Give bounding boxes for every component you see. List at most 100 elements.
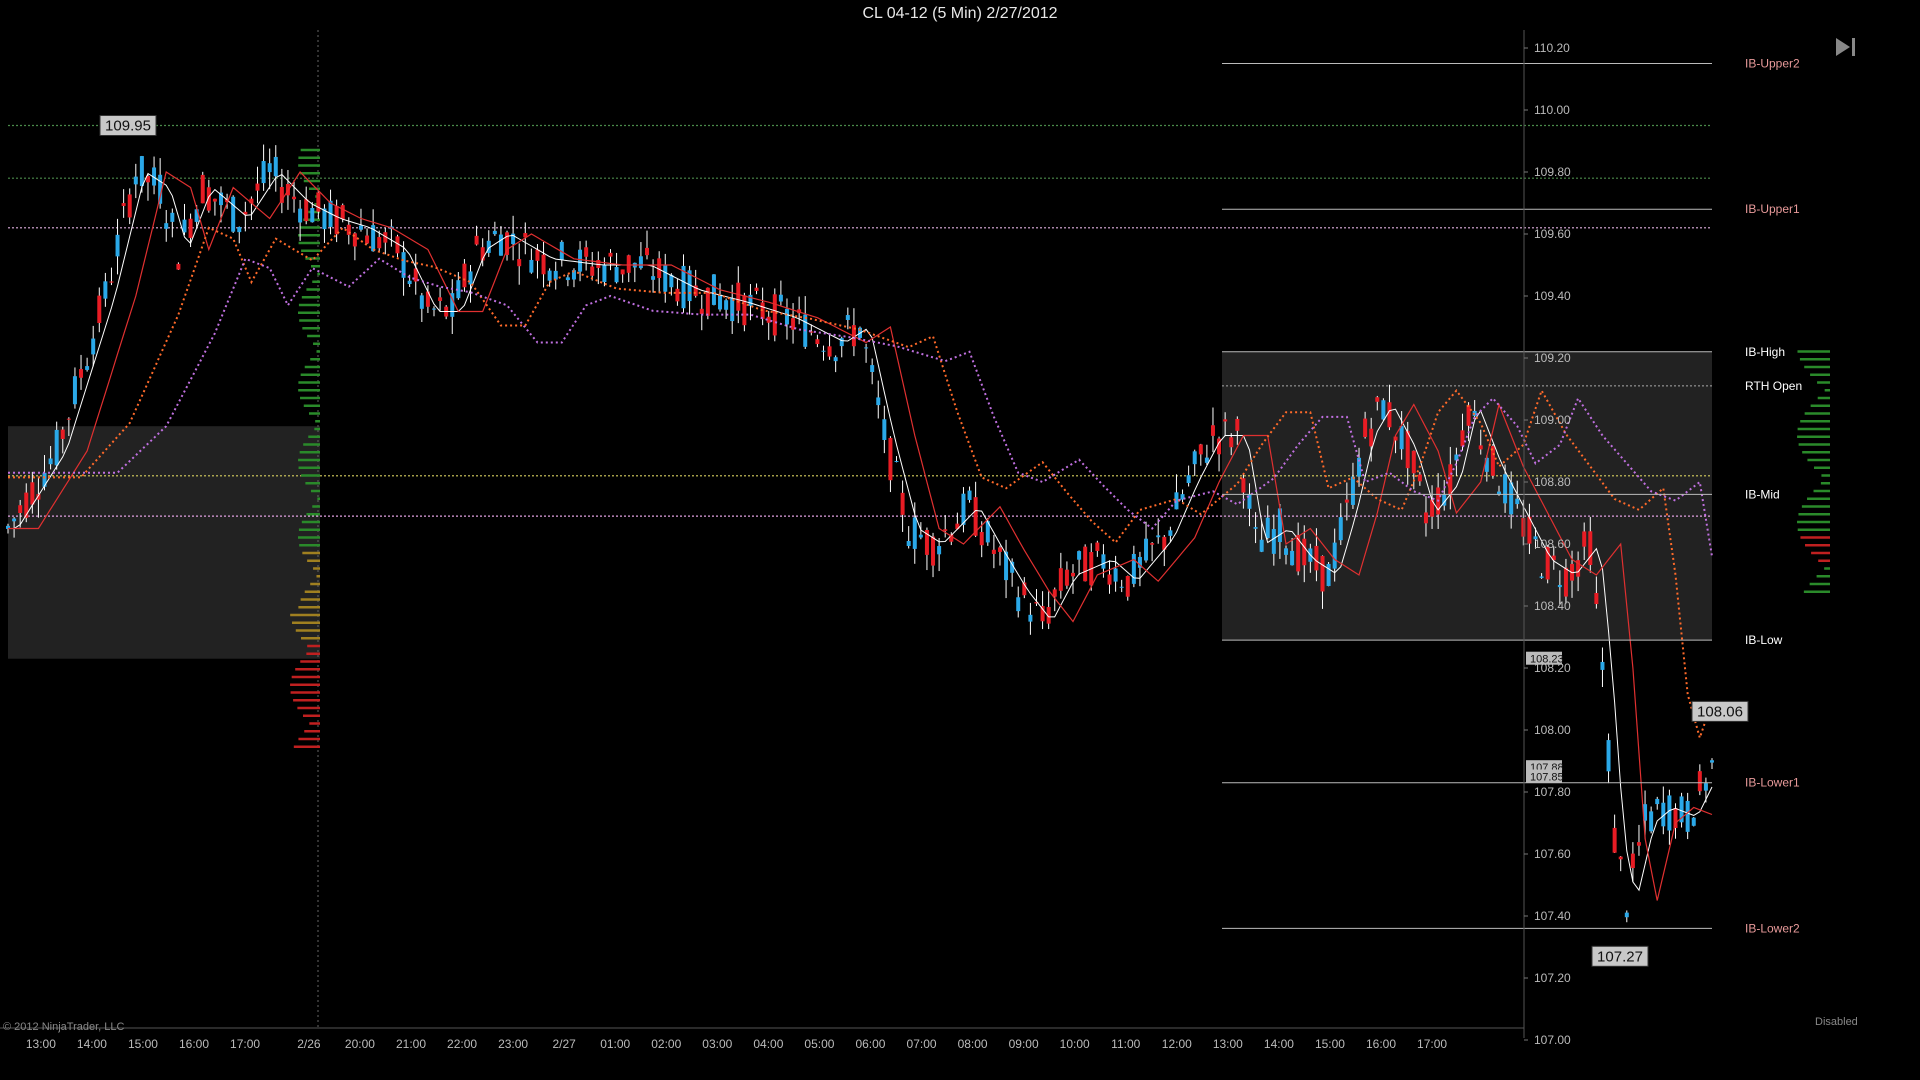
- candle-down: [255, 183, 260, 191]
- candle-up: [407, 280, 412, 285]
- candle-up: [42, 472, 47, 487]
- profile-bar: [313, 342, 320, 345]
- candle-up: [1326, 563, 1331, 586]
- time-tick-label: 2/26: [297, 1037, 321, 1051]
- candle-down: [1369, 428, 1374, 447]
- candle-up: [961, 493, 966, 525]
- profile-bar: [307, 644, 320, 648]
- profile-bar: [308, 435, 320, 438]
- time-tick-label: 14:00: [1264, 1037, 1294, 1051]
- ib-level-label: IB-Lower2: [1745, 921, 1800, 935]
- candle-up: [139, 156, 144, 186]
- profile-bar: [309, 722, 320, 725]
- time-tick-label: 04:00: [753, 1037, 783, 1051]
- candle-up: [1253, 527, 1258, 529]
- candle-down: [304, 199, 309, 222]
- candle-down: [30, 482, 35, 505]
- candle-down: [1223, 419, 1228, 422]
- profile-bar: [301, 296, 320, 299]
- time-tick-label: 06:00: [855, 1037, 885, 1051]
- candle-up: [663, 264, 668, 292]
- profile-bar: [298, 606, 320, 609]
- candle-down: [1150, 543, 1155, 545]
- profile-bar: [298, 466, 320, 469]
- candle-down: [742, 295, 747, 326]
- candle-up: [133, 176, 138, 185]
- candle-down: [1198, 444, 1203, 455]
- profile-bar: [298, 311, 320, 314]
- price-tick-label: 107.80: [1534, 785, 1571, 799]
- candle-down: [334, 206, 339, 235]
- candle-up: [273, 156, 278, 177]
- profile-bar: [298, 381, 320, 384]
- candle-up: [1691, 817, 1696, 826]
- profile-bar: [307, 559, 320, 562]
- candle-down: [1107, 574, 1112, 585]
- candle-up: [1290, 550, 1295, 566]
- time-tick-label: 2/27: [552, 1037, 576, 1051]
- profile-bar: [1807, 497, 1830, 500]
- profile-bar: [1807, 458, 1830, 462]
- candle-up: [529, 259, 534, 273]
- candle-up: [1077, 551, 1082, 560]
- profile-bar: [298, 303, 320, 307]
- candle-down: [1411, 450, 1416, 474]
- jump-to-end-icon[interactable]: [1834, 35, 1858, 59]
- candle-up: [864, 347, 869, 349]
- candle-up: [870, 365, 875, 372]
- candle-up: [1119, 586, 1124, 588]
- candle-up: [1168, 530, 1173, 536]
- candle-up: [967, 490, 972, 500]
- candle-down: [1344, 499, 1349, 503]
- candle-up: [358, 225, 363, 230]
- candle-up: [182, 219, 187, 233]
- time-tick-label: 21:00: [396, 1037, 426, 1051]
- time-tick-label: 02:00: [651, 1037, 681, 1051]
- candle-down: [1210, 425, 1215, 436]
- candle-up: [85, 366, 90, 370]
- candle-down: [541, 254, 546, 275]
- candle-up: [1509, 482, 1514, 515]
- candle-down: [900, 492, 905, 515]
- candle-down: [109, 281, 114, 283]
- candle-up: [1265, 517, 1270, 538]
- price-chart[interactable]: IB-Upper2 IB-Upper1 IB-High RTH Open IB-Mid I…: [0, 0, 1920, 1080]
- candle-up: [821, 350, 826, 352]
- candle-up: [906, 540, 911, 547]
- price-tick-label: 109.20: [1534, 351, 1571, 365]
- candle-up: [48, 458, 53, 465]
- time-axis[interactable]: 13:00 14:00 15:00 16:00 17:00 2/26 20:00 21:00 2…: [26, 1037, 1448, 1051]
- candle-down: [121, 203, 126, 206]
- profile-bar: [1797, 520, 1830, 524]
- ib-level-label: IB-High: [1745, 345, 1785, 359]
- profile-bar: [295, 629, 320, 632]
- copyright-text: © 2012 NinjaTrader, LLC: [3, 1021, 125, 1033]
- profile-bar: [314, 427, 320, 431]
- candle-down: [1594, 593, 1599, 605]
- time-tick-label: 05:00: [804, 1037, 834, 1051]
- candle-up: [1284, 548, 1288, 555]
- profile-bar: [1816, 575, 1830, 578]
- candle-up: [1399, 426, 1404, 450]
- profile-bar: [312, 505, 320, 508]
- profile-bar: [290, 683, 320, 686]
- candle-down: [212, 198, 217, 202]
- candle-up: [1144, 538, 1149, 561]
- candle-down: [1521, 518, 1526, 537]
- candle-down: [626, 255, 631, 273]
- time-tick-label: 10:00: [1060, 1037, 1090, 1051]
- price-flag-text: 108.23: [1530, 654, 1564, 666]
- profile-bar: [297, 706, 320, 710]
- profile-bar: [300, 148, 320, 152]
- price-tick-label: 109.80: [1534, 165, 1571, 179]
- time-tick-label: 15:00: [128, 1037, 158, 1051]
- candle-down: [675, 288, 680, 302]
- candle-up: [912, 517, 917, 549]
- candle-down: [1375, 397, 1380, 402]
- ib-level-label: IB-Lower1: [1745, 776, 1800, 790]
- candle-down: [340, 205, 345, 220]
- profile-bar: [1817, 381, 1830, 384]
- profile-bar: [1804, 365, 1830, 369]
- candle-down: [1618, 856, 1623, 860]
- candle-down: [1460, 430, 1465, 447]
